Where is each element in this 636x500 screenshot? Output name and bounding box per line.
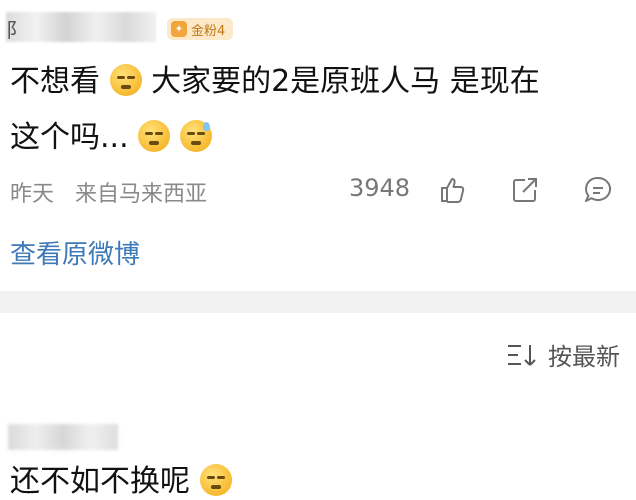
comment-meta: 昨天 来自马来西亚 — [10, 176, 221, 208]
fan-badge-icon: ✦ — [171, 21, 187, 37]
section-divider — [0, 291, 636, 313]
next-author-name-blurred[interactable] — [8, 424, 118, 450]
comment-text-part1: 不想看 — [10, 64, 100, 99]
like-count: 3948 — [349, 174, 411, 202]
fan-badge[interactable]: ✦ 金粉4 — [167, 18, 234, 40]
sort-label: 按最新 — [548, 343, 620, 371]
comment-bubble-icon — [585, 176, 612, 202]
author-name-initial[interactable]: 阝 — [6, 14, 26, 43]
comment-text-part2: 大家要的2是原班人马 是现在 — [151, 64, 540, 99]
comment-button[interactable] — [582, 174, 614, 206]
share-button[interactable] — [509, 174, 541, 206]
comment-text: 不想看 大家要的2是原班人马 是现在 这个吗... — [10, 54, 626, 166]
next-comment-text: 还不如不换呢 — [10, 456, 232, 500]
next-comment-text-content: 还不如不换呢 — [10, 464, 190, 499]
comment-time: 昨天 — [10, 182, 55, 207]
thumbs-up-icon — [441, 178, 465, 203]
comment-source: 来自马来西亚 — [75, 182, 208, 207]
author-name-blurred[interactable] — [6, 12, 156, 42]
view-original-link[interactable]: 查看原微博 — [10, 234, 140, 271]
comment-text-part3: 这个吗... — [10, 120, 129, 155]
share-icon — [513, 178, 537, 202]
awkward-emoji-icon — [138, 120, 171, 152]
like-button[interactable] — [437, 174, 469, 206]
sweat-emoji-icon — [179, 120, 212, 152]
sort-icon — [508, 344, 536, 366]
shush-emoji-icon — [109, 64, 142, 96]
fan-badge-label: 金粉4 — [191, 23, 226, 39]
sort-latest-button[interactable]: 按最新 — [506, 337, 620, 372]
next-comment-emoji-icon — [199, 464, 232, 496]
